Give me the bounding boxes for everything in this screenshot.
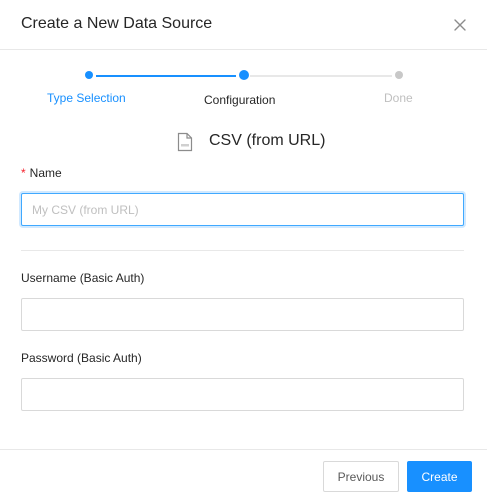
password-input[interactable]: [21, 378, 464, 411]
name-label: * Name: [21, 166, 62, 180]
username-label: Username (Basic Auth): [21, 271, 145, 285]
previous-button[interactable]: Previous: [323, 461, 399, 492]
step-dot-done: [395, 71, 403, 79]
username-input[interactable]: [21, 298, 464, 331]
name-label-text: Name: [29, 166, 62, 180]
close-icon[interactable]: [451, 16, 469, 34]
source-type-name: CSV (from URL): [209, 132, 326, 149]
divider: [21, 250, 464, 251]
file-icon: [177, 132, 193, 157]
step-dot-type-selection: [85, 71, 93, 79]
create-button[interactable]: Create: [407, 461, 472, 492]
dialog-footer: Previous Create: [0, 449, 487, 500]
step-connector-pending: [250, 75, 392, 77]
dialog-title: Create a New Data Source: [21, 15, 213, 32]
name-input[interactable]: [21, 193, 464, 226]
step-connector-finished: [96, 75, 236, 77]
password-label: Password (Basic Auth): [21, 351, 142, 365]
step-label-type-selection[interactable]: Type Selection: [47, 91, 126, 105]
step-dot-configuration: [239, 70, 249, 80]
source-type-heading: CSV (from URL): [0, 130, 487, 154]
dialog-header: Create a New Data Source: [0, 0, 487, 50]
required-mark: *: [21, 166, 26, 180]
steps-progress: Type Selection Configuration Done: [0, 60, 487, 120]
step-label-configuration: Configuration: [204, 93, 276, 107]
step-label-done: Done: [384, 91, 413, 105]
create-data-source-dialog: Create a New Data Source Type Selection …: [0, 0, 487, 500]
